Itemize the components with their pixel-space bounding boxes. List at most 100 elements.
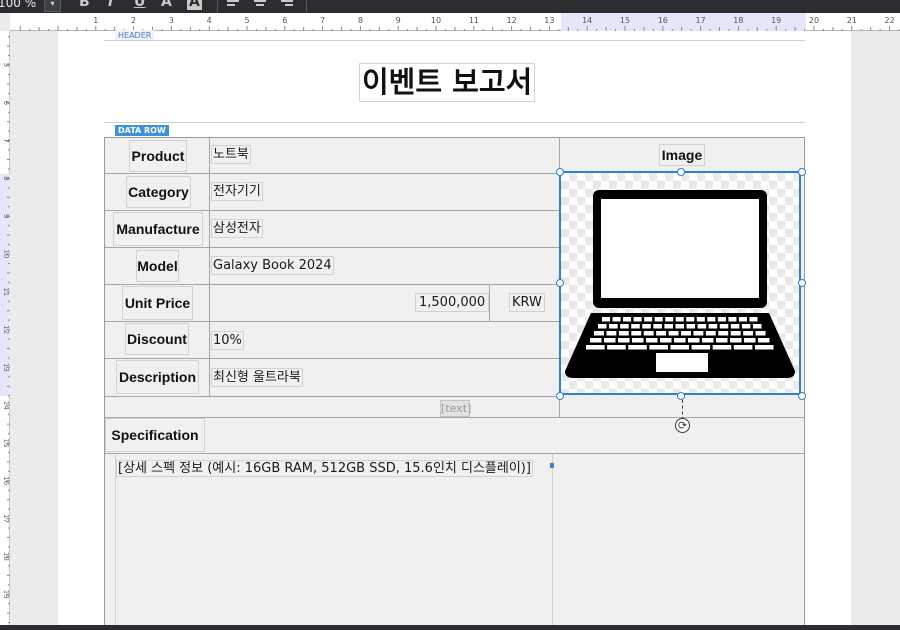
ruler-number: 3 [169, 16, 174, 25]
zoom-level[interactable]: 100 % [0, 0, 40, 12]
report-title[interactable]: 이벤트 보고서 [359, 63, 536, 102]
ruler-number: 2 [131, 16, 136, 25]
unit-price-label: Unit Price [122, 286, 193, 320]
formatting-toolbar: 100 % ▾ B I U A A [0, 0, 900, 13]
align-center-button[interactable] [254, 0, 268, 9]
specification-label: Specification [105, 418, 205, 452]
specification-value: [상세 스펙 정보 (예시: 16GB RAM, 512GB SSD, 15.6… [116, 460, 533, 477]
text-color-button[interactable]: A [161, 0, 172, 10]
horizontal-ruler-ticks: 1 2 3 4 5 6 7 8 9 10 11 12 13 14 15 16 17 18 19 20 21 22 [19, 16, 900, 31]
align-left-button[interactable] [227, 0, 241, 9]
ruler-number: 10 [2, 250, 10, 259]
product-value[interactable]: 노트북 [211, 145, 251, 164]
resize-handle-ne[interactable] [798, 168, 806, 176]
ruler-corner [0, 13, 10, 31]
image-element[interactable] [559, 171, 801, 395]
ruler-number: 12 [2, 325, 10, 334]
ruler-number: 15 [2, 439, 10, 448]
underline-button[interactable]: U [134, 0, 145, 10]
italic-button[interactable]: I [108, 0, 113, 10]
laptop-icon [565, 190, 795, 378]
ruler-number: 8 [358, 16, 363, 25]
label-column-divider [209, 138, 210, 396]
ruler-number: 13 [544, 16, 554, 25]
toolbar-divider [217, 0, 218, 13]
product-label: Product [129, 140, 187, 172]
toolbar-divider [306, 0, 307, 13]
report-page: HEADER 이벤트 보고서 DATA ROW Product Category… [58, 30, 851, 630]
fill-color-button[interactable]: A [187, 0, 202, 10]
row-divider [105, 396, 560, 397]
resize-handle-nw[interactable] [556, 168, 564, 176]
row-divider [105, 358, 560, 359]
specification-value-box[interactable]: [상세 스펙 정보 (예시: 16GB RAM, 512GB SSD, 15.6… [115, 454, 553, 630]
ruler-number: 14 [582, 16, 592, 25]
ruler-number: 11 [2, 287, 10, 296]
bold-button[interactable]: B [79, 0, 90, 10]
discount-label: Discount [125, 323, 189, 355]
ruler-number: 21 [847, 16, 857, 25]
resize-handle-se[interactable] [798, 392, 806, 400]
ruler-number: 19 [771, 16, 781, 25]
ruler-number: 7 [320, 16, 325, 25]
ruler-number: 19 [2, 590, 10, 599]
ruler-number: 16 [2, 476, 10, 485]
ruler-number: 1 [93, 16, 98, 25]
resize-handle-e[interactable] [798, 279, 806, 287]
row-divider [105, 417, 804, 418]
header-band-top-line [104, 40, 805, 41]
text-resize-handle[interactable] [550, 463, 554, 468]
row-divider [105, 247, 560, 248]
ruler-number: 5 [2, 63, 10, 67]
header-band-bottom-line [104, 122, 805, 123]
category-value[interactable]: 전자기기 [211, 182, 263, 201]
manufacture-label: Manufacture [113, 212, 203, 246]
ruler-number: 10 [431, 16, 441, 25]
ruler-number: 17 [696, 16, 706, 25]
discount-value[interactable]: 10% [211, 331, 244, 350]
resize-handle-sw[interactable] [556, 392, 564, 400]
description-label: Description [116, 360, 199, 394]
resize-handle-w[interactable] [556, 279, 564, 287]
ruler-number: 15 [620, 16, 630, 25]
ruler-number: 11 [469, 16, 479, 25]
ruler-number: 20 [809, 16, 819, 25]
status-bar [0, 625, 900, 630]
rotation-connector [682, 400, 683, 420]
category-label: Category [126, 176, 191, 208]
ruler-number: 9 [396, 16, 401, 25]
row-divider [105, 284, 560, 285]
unit-price-value[interactable]: 1,500,000 [415, 293, 490, 312]
ruler-number: 8 [2, 176, 10, 180]
ruler-number: 12 [507, 16, 517, 25]
resize-handle-n[interactable] [677, 168, 685, 176]
ruler-number: 5 [244, 16, 249, 25]
ruler-number: 18 [2, 552, 10, 561]
row-divider [105, 321, 560, 322]
text-placeholder[interactable]: [text] [440, 400, 471, 417]
image-label: Image [659, 144, 705, 166]
row-divider [105, 173, 560, 174]
model-value[interactable]: Galaxy Book 2024 [211, 256, 334, 275]
resize-handle-s[interactable] [677, 392, 685, 400]
ruler-number: 16 [658, 16, 668, 25]
currency-value[interactable]: KRW [509, 293, 545, 312]
ruler-number: 9 [2, 214, 10, 218]
vertical-ruler[interactable]: 5 6 7 8 9 10 11 12 13 14 15 16 17 18 19 [0, 31, 10, 630]
align-right-button[interactable] [281, 0, 295, 9]
vertical-ruler-ticks: 5 6 7 8 9 10 11 12 13 14 15 16 17 18 19 [2, 36, 10, 624]
model-label: Model [136, 250, 179, 282]
ruler-number: 14 [2, 401, 10, 410]
row-divider [105, 210, 560, 211]
horizontal-ruler[interactable]: 1 2 3 4 5 6 7 8 9 10 11 12 13 14 15 16 17 18 19 20 21 22 [10, 13, 900, 31]
ruler-number: 17 [2, 514, 10, 523]
rotate-handle-icon[interactable]: ⟳ [675, 418, 690, 433]
manufacture-value[interactable]: 삼성전자 [211, 219, 263, 238]
ruler-number: 4 [207, 16, 212, 25]
ruler-number: 6 [282, 16, 287, 25]
description-value[interactable]: 최신형 울트라북 [211, 368, 303, 387]
zoom-dropdown-button[interactable]: ▾ [44, 0, 61, 12]
ruler-number: 22 [885, 16, 895, 25]
ruler-number: 6 [2, 101, 10, 106]
data-row-band-label: DATA ROW [115, 125, 169, 136]
